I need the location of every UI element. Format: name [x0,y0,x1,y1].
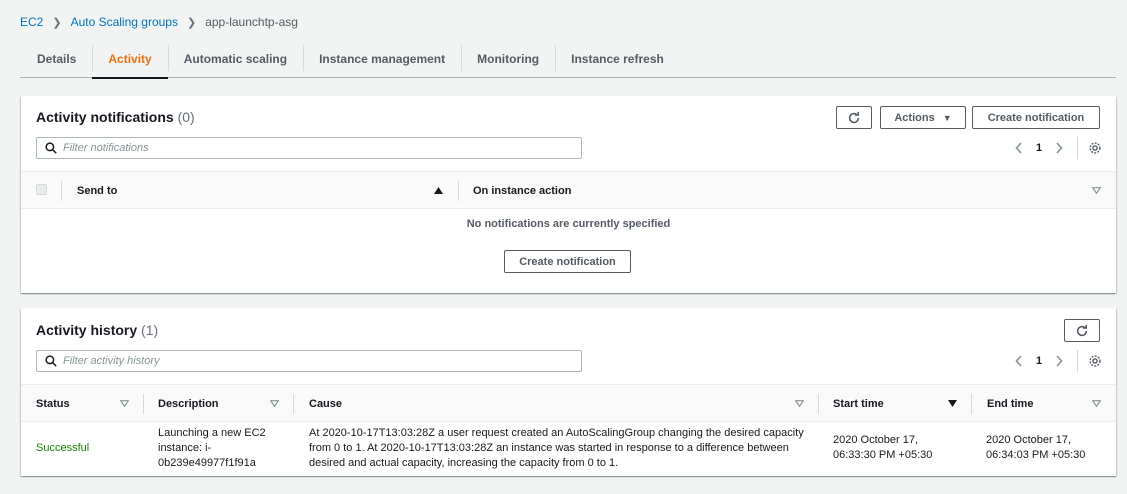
filter-notifications[interactable] [36,137,582,159]
tab-automatic-scaling[interactable]: Automatic scaling [167,40,303,77]
breadcrumb-current: app-launchtp-asg [205,15,298,29]
column-divider [293,394,294,414]
notifications-title: Activity notifications (0) [36,109,195,125]
column-on-instance-action[interactable]: On instance action [473,172,571,209]
tab-details[interactable]: Details [20,40,92,77]
notifications-count: (0) [177,109,195,125]
search-icon [45,142,57,154]
history-count: (1) [141,322,159,338]
current-page[interactable]: 1 [1029,142,1049,154]
sort-descending-icon[interactable] [948,385,957,422]
column-description[interactable]: Description [158,385,219,422]
filter-history[interactable] [36,350,582,372]
current-page[interactable]: 1 [1029,355,1049,367]
previous-page-icon[interactable] [1009,355,1029,367]
column-status[interactable]: Status [36,385,70,422]
tab-instance-management[interactable]: Instance management [303,40,461,77]
notifications-table-header: Send to On instance action [21,171,1116,209]
gear-icon[interactable] [1088,141,1102,155]
caret-down-icon: ▼ [942,112,952,123]
refresh-icon [1076,324,1088,336]
history-title-text: Activity history [36,322,138,338]
refresh-icon [848,111,860,123]
sort-ascending-icon[interactable] [434,172,443,209]
actions-button[interactable]: Actions ▼ [880,106,966,129]
end-time-value: 2020 October 17, 06:34:03 PM +05:30 [986,434,1086,461]
create-notification-empty-button[interactable]: Create notification [504,250,631,273]
cause-value: At 2020-10-17T13:03:28Z a user request c… [309,427,804,469]
activity-history-panel: Activity history (1) 1 Status Descriptio… [21,308,1116,476]
column-divider [971,394,972,414]
column-divider [143,394,144,414]
tab-bar: Details Activity Automatic scaling Insta… [20,40,1116,79]
select-all-checkbox[interactable] [36,184,47,195]
sort-icon[interactable] [795,385,804,422]
status-value: Successful [36,442,90,454]
sort-icon[interactable] [120,385,129,422]
sort-icon[interactable] [270,385,279,422]
history-pagination: 1 [1009,350,1102,372]
description-value: Launching a new EC2 instance: i-0b239e49… [158,427,266,469]
table-row[interactable]: Successful Launching a new EC2 instance:… [21,422,1116,476]
next-page-icon[interactable] [1049,355,1069,367]
breadcrumb-asg-link[interactable]: Auto Scaling groups [71,15,178,29]
history-table-header: Status Description Cause Start time End … [21,384,1116,422]
pager-divider [1077,137,1078,159]
history-title: Activity history (1) [36,322,158,338]
column-divider [458,181,459,201]
tab-monitoring[interactable]: Monitoring [461,40,555,77]
sort-icon[interactable] [1092,172,1101,209]
column-end-time[interactable]: End time [987,385,1033,422]
gear-icon[interactable] [1088,354,1102,368]
filter-history-input[interactable] [63,355,563,367]
breadcrumb: EC2 ❯ Auto Scaling groups ❯ app-launchtp… [20,14,298,30]
previous-page-icon[interactable] [1009,142,1029,154]
create-notification-button[interactable]: Create notification [972,106,1100,129]
column-send-to[interactable]: Send to [77,172,117,209]
notifications-pagination: 1 [1009,137,1102,159]
activity-notifications-panel: Activity notifications (0) Actions ▼ Cre… [21,96,1116,293]
next-page-icon[interactable] [1049,142,1069,154]
breadcrumb-ec2-link[interactable]: EC2 [20,15,43,29]
search-icon [45,355,57,367]
actions-button-label: Actions [894,111,935,124]
column-start-time[interactable]: Start time [833,385,884,422]
refresh-history-button[interactable] [1064,319,1100,342]
column-divider [61,181,62,201]
pager-divider [1077,350,1078,372]
refresh-notifications-button[interactable] [836,106,872,129]
filter-notifications-input[interactable] [63,142,563,154]
chevron-right-icon: ❯ [186,16,197,29]
start-time-value: 2020 October 17, 06:33:30 PM +05:30 [833,434,933,461]
sort-icon[interactable] [1092,385,1101,422]
tab-instance-refresh[interactable]: Instance refresh [555,40,680,77]
notifications-title-text: Activity notifications [36,109,174,125]
chevron-right-icon: ❯ [52,16,62,29]
tab-activity[interactable]: Activity [92,40,169,79]
column-divider [818,394,819,414]
notifications-empty-message: No notifications are currently specified [466,218,671,230]
column-cause[interactable]: Cause [309,385,342,422]
